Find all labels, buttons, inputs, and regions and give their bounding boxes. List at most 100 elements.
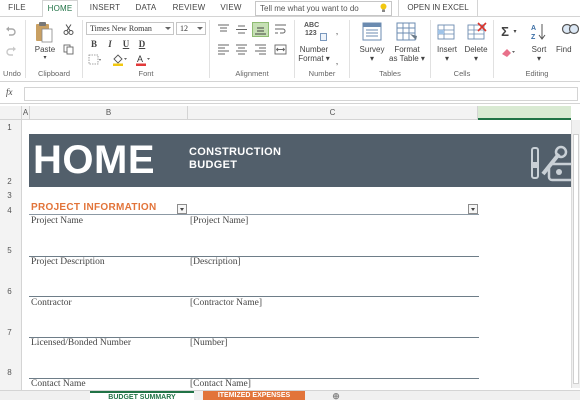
italic-button[interactable]: I: [104, 38, 116, 50]
align-center-icon[interactable]: [235, 44, 248, 55]
bold-button[interactable]: B: [88, 38, 100, 50]
contractor-value[interactable]: [Contractor Name]: [190, 298, 262, 308]
fill-color-icon[interactable]: [112, 53, 128, 66]
tab-file[interactable]: FILE: [2, 0, 32, 17]
row-header-8[interactable]: 8: [0, 368, 19, 377]
tell-me-search-input[interactable]: Tell me what you want to do: [255, 1, 392, 16]
banner-subtitle-line-1: CONSTRUCTION: [189, 146, 282, 158]
autosum-icon[interactable]: Σ: [498, 25, 512, 38]
filter-dropdown-button[interactable]: [468, 204, 478, 214]
row-header-strip: 1 2 3 4 5 6 7 8: [0, 120, 22, 390]
row-header-7[interactable]: 7: [0, 328, 19, 337]
align-bottom-icon: [255, 27, 266, 35]
ribbon: Undo Paste ▾ Clipboard Times New Roman 1…: [0, 17, 580, 82]
calendar-icon: [320, 33, 327, 41]
filter-dropdown-button[interactable]: [177, 204, 187, 214]
row-header-5[interactable]: 5: [0, 246, 19, 255]
tab-view[interactable]: VIEW: [216, 0, 246, 17]
format-as-table-icon[interactable]: [396, 22, 418, 41]
format-as-table-label-2: as Table: [389, 54, 419, 63]
borders-icon[interactable]: [88, 54, 102, 65]
column-header-c[interactable]: C: [188, 106, 478, 120]
tab-data[interactable]: DATA: [130, 0, 162, 17]
paste-icon[interactable]: [34, 21, 54, 43]
cut-icon[interactable]: [63, 24, 74, 35]
home-banner: HOME CONSTRUCTION BUDGET: [29, 134, 577, 187]
insert-button-label[interactable]: Insert ▾: [432, 45, 462, 63]
survey-icon[interactable]: [362, 22, 382, 41]
sheet-tab-budget-summary[interactable]: BUDGET SUMMARY: [90, 391, 194, 400]
row-header-1[interactable]: 1: [0, 123, 19, 132]
column-header-selected[interactable]: [478, 106, 571, 120]
project-description-value[interactable]: [Description]: [190, 257, 241, 267]
tab-review[interactable]: REVIEW: [168, 0, 210, 17]
number-format-label-2: Format: [298, 54, 324, 63]
redo-icon[interactable]: [5, 45, 17, 57]
sheet-tab-itemized-expenses[interactable]: ITEMIZED EXPENSES: [203, 391, 305, 400]
align-bottom-button[interactable]: [252, 22, 269, 37]
survey-label: Survey: [359, 45, 385, 54]
licensed-bonded-number-value[interactable]: [Number]: [190, 338, 227, 348]
project-description-label: Project Description: [31, 257, 105, 267]
project-name-value[interactable]: [Project Name]: [190, 216, 248, 226]
tab-home[interactable]: HOME: [42, 0, 78, 18]
sort-button-label[interactable]: Sort ▾: [524, 45, 554, 63]
wrap-text-icon[interactable]: [274, 23, 287, 36]
row-header-6[interactable]: 6: [0, 287, 19, 296]
scrollbar-thumb[interactable]: [573, 134, 579, 384]
vertical-scrollbar[interactable]: [571, 120, 580, 388]
underline-button[interactable]: U: [120, 38, 132, 50]
column-header-a[interactable]: A: [22, 106, 30, 120]
align-middle-icon[interactable]: [235, 24, 248, 35]
double-underline-button[interactable]: D: [136, 38, 148, 50]
add-sheet-icon[interactable]: ⊕: [330, 391, 342, 400]
tell-me-placeholder: Tell me what you want to do: [260, 4, 359, 13]
function-icon[interactable]: fx: [6, 87, 13, 97]
copy-icon[interactable]: [63, 44, 74, 55]
delete-cells-icon[interactable]: [467, 22, 487, 41]
row-header-4[interactable]: 4: [0, 206, 19, 215]
alignment-group-label: Alignment: [235, 69, 269, 78]
autosum-dropdown-arrow[interactable]: ▾: [512, 28, 518, 37]
delete-button-label[interactable]: Delete ▾: [461, 45, 491, 63]
number-format-icon[interactable]: ABC 123: [301, 22, 327, 42]
font-color-icon[interactable]: A: [135, 53, 151, 66]
column-header-b[interactable]: B: [30, 106, 188, 120]
contact-name-value[interactable]: [Contact Name]: [190, 379, 251, 389]
merge-center-icon[interactable]: [274, 43, 287, 56]
contact-name-label: Contact Name: [31, 379, 86, 389]
format-as-table-button-label[interactable]: Format as Table ▾: [388, 45, 426, 63]
banner-subtitle: CONSTRUCTION BUDGET: [189, 146, 281, 172]
formula-input[interactable]: [24, 87, 578, 101]
align-top-icon[interactable]: [217, 24, 230, 35]
group-divider: [82, 20, 83, 78]
decimal-less-icon[interactable]: ,: [333, 57, 341, 66]
clear-eraser-icon[interactable]: [500, 46, 516, 58]
find-icon[interactable]: [561, 22, 579, 41]
project-name-label: Project Name: [31, 216, 83, 226]
font-size-select[interactable]: 12: [176, 22, 206, 35]
align-right-icon[interactable]: [254, 44, 267, 55]
open-in-excel-button[interactable]: OPEN IN EXCEL: [398, 0, 478, 17]
undo-icon[interactable]: [5, 25, 17, 37]
number-group-label: Number: [308, 69, 336, 78]
number-format-label[interactable]: Number Format ▾: [296, 45, 332, 63]
select-all-corner[interactable]: [0, 106, 22, 120]
number-format-label-1: Number: [299, 45, 329, 54]
survey-button-label[interactable]: Survey ▾: [354, 45, 390, 63]
paste-dropdown-arrow[interactable]: ▾: [30, 54, 60, 63]
row-header-3[interactable]: 3: [0, 191, 19, 200]
contractor-label: Contractor: [31, 298, 72, 308]
font-name-select[interactable]: Times New Roman: [86, 22, 174, 35]
sort-filter-icon[interactable]: A Z: [530, 22, 548, 41]
formula-bar: fx: [0, 84, 580, 104]
tab-insert[interactable]: INSERT: [85, 0, 125, 17]
decimal-more-icon[interactable]: ,: [333, 27, 341, 36]
find-button-label[interactable]: Find: [556, 45, 580, 54]
row-header-2[interactable]: 2: [0, 177, 19, 186]
paste-button-label[interactable]: Paste: [30, 45, 60, 54]
align-left-icon[interactable]: [217, 44, 230, 55]
sheet-tab-bar: BUDGET SUMMARY ITEMIZED EXPENSES ⊕: [0, 390, 580, 400]
insert-cells-icon[interactable]: [437, 22, 457, 41]
svg-text:Z: Z: [531, 34, 536, 41]
